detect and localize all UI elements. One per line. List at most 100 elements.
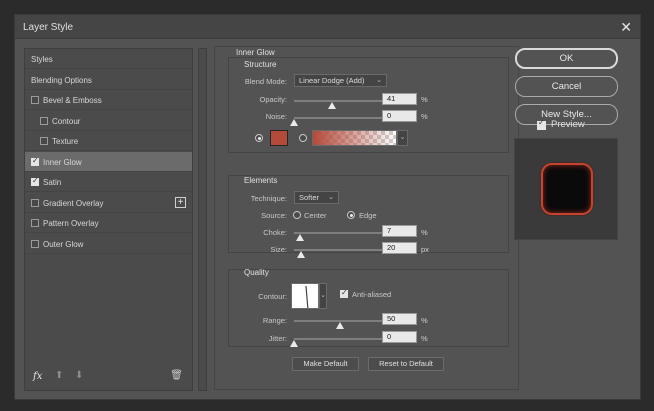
- style-checkbox[interactable]: [31, 219, 39, 227]
- color-mode-radio[interactable]: [255, 134, 263, 142]
- styles-list-item[interactable]: Inner Glow: [25, 151, 192, 172]
- styles-list-item-label: Outer Glow: [43, 239, 84, 249]
- styles-list-item-label: Satin: [43, 178, 62, 187]
- styles-list-item[interactable]: Blending Options: [25, 70, 192, 90]
- styles-list-item[interactable]: Bevel & Emboss: [25, 90, 192, 110]
- structure-title: Structure: [244, 60, 277, 69]
- opacity-slider-thumb[interactable]: [327, 102, 336, 109]
- quality-title: Quality: [244, 268, 269, 277]
- anti-aliased-label: Anti-aliased: [352, 290, 392, 299]
- style-checkbox[interactable]: [31, 198, 39, 207]
- styles-list-footer: fx ⬆ ⬇ 🗑: [25, 366, 192, 390]
- styles-list-item[interactable]: Styles: [25, 49, 192, 69]
- opacity-input[interactable]: 41: [382, 93, 417, 105]
- trash-icon[interactable]: 🗑: [170, 370, 183, 381]
- add-effect-icon[interactable]: +: [175, 196, 186, 208]
- glow-color-swatch[interactable]: [270, 130, 288, 146]
- size-slider-thumb[interactable]: [297, 251, 306, 258]
- gradient-mode-radio[interactable]: [299, 134, 307, 142]
- styles-list-panel: Styles Blending Options Bevel & Emboss Cont…: [24, 48, 193, 391]
- style-checkbox[interactable]: [31, 176, 39, 186]
- panel-scrollbar[interactable]: [198, 48, 207, 391]
- styles-list-item[interactable]: Pattern Overlay: [25, 213, 192, 233]
- style-checkbox[interactable]: [40, 137, 48, 145]
- glow-gradient-picker[interactable]: [312, 130, 397, 146]
- noise-unit: %: [421, 112, 428, 121]
- reset-to-default-button[interactable]: Reset to Default: [368, 357, 444, 371]
- chevron-down-icon: ⌄: [328, 194, 334, 201]
- style-checkbox[interactable]: [31, 156, 39, 166]
- jitter-slider[interactable]: [294, 338, 386, 340]
- style-checkbox[interactable]: [31, 96, 39, 104]
- cancel-button[interactable]: Cancel: [515, 76, 618, 97]
- size-label: Size:: [270, 245, 287, 254]
- choke-input[interactable]: 7: [382, 225, 417, 237]
- size-input[interactable]: 20: [382, 242, 417, 254]
- styles-list-item[interactable]: Texture: [25, 131, 192, 151]
- source-edge-label: Edge: [359, 211, 377, 220]
- styles-list-item[interactable]: Gradient Overlay +: [25, 193, 192, 213]
- style-checkbox[interactable]: [31, 239, 39, 248]
- dialog-title: Layer Style: [23, 22, 74, 33]
- contour-curve-icon: [292, 284, 318, 308]
- styles-list-item[interactable]: Outer Glow: [25, 234, 192, 254]
- move-down-icon[interactable]: ⬇: [75, 370, 83, 381]
- source-edge-radio[interactable]: [347, 211, 355, 219]
- jitter-label: Jitter:: [268, 334, 287, 343]
- preview-shape: [541, 163, 593, 215]
- technique-select[interactable]: Softer ⌄: [294, 191, 339, 204]
- jitter-unit: %: [421, 334, 428, 343]
- opacity-slider[interactable]: [294, 100, 386, 102]
- styles-list-item-label: Gradient Overlay: [43, 198, 104, 208]
- inner-glow-title: Inner Glow: [236, 48, 275, 57]
- elements-title: Elements: [244, 176, 278, 185]
- contour-dropdown-chevron-icon[interactable]: ⌄: [319, 283, 327, 309]
- contour-picker[interactable]: [291, 283, 319, 309]
- chevron-down-icon: ⌄: [376, 77, 382, 84]
- styles-list-item-label: Blending Options: [31, 75, 92, 85]
- source-center-radio[interactable]: [293, 211, 301, 219]
- jitter-input[interactable]: 0: [382, 331, 417, 343]
- noise-label: Noise:: [265, 112, 287, 121]
- preview-label: Preview: [551, 119, 585, 130]
- move-up-icon[interactable]: ⬆: [55, 370, 63, 381]
- style-checkbox[interactable]: [40, 116, 48, 125]
- range-slider-thumb[interactable]: [336, 322, 344, 329]
- ok-button[interactable]: OK: [515, 48, 618, 69]
- fx-icon[interactable]: fx: [33, 371, 42, 382]
- contour-label: Contour:: [258, 292, 287, 301]
- size-slider[interactable]: [294, 249, 386, 251]
- preview-thumbnail: [514, 138, 618, 240]
- noise-input[interactable]: 0: [382, 110, 417, 122]
- noise-slider-thumb[interactable]: [290, 119, 298, 126]
- styles-list-item[interactable]: Satin: [25, 172, 192, 192]
- make-default-button[interactable]: Make Default: [292, 357, 359, 371]
- range-unit: %: [421, 316, 428, 325]
- size-unit: px: [421, 245, 429, 254]
- preview-checkbox[interactable]: [537, 118, 546, 130]
- styles-list-item-label: Contour: [52, 116, 81, 126]
- choke-slider-thumb[interactable]: [296, 234, 305, 241]
- blend-mode-select[interactable]: Linear Dodge (Add) ⌄: [294, 74, 387, 87]
- noise-slider[interactable]: [294, 117, 386, 119]
- technique-label: Technique:: [250, 194, 287, 203]
- range-label: Range:: [262, 316, 287, 325]
- styles-list-item[interactable]: Contour: [25, 111, 192, 131]
- styles-list-item-label: Texture: [52, 137, 79, 146]
- opacity-unit: %: [421, 95, 428, 104]
- technique-value: Softer: [299, 193, 320, 202]
- choke-slider[interactable]: [294, 232, 386, 234]
- styles-list-item-label: Styles: [31, 55, 53, 64]
- gradient-dropdown-chevron-icon[interactable]: ⌄: [397, 130, 408, 146]
- styles-list-item-label: Bevel & Emboss: [43, 96, 102, 105]
- anti-aliased-checkbox[interactable]: [340, 288, 348, 298]
- source-label: Source:: [261, 211, 287, 220]
- range-input[interactable]: 50: [382, 313, 417, 325]
- close-icon[interactable]: ✕: [620, 19, 632, 36]
- opacity-label: Opacity:: [259, 95, 287, 104]
- jitter-slider-thumb[interactable]: [290, 340, 298, 347]
- styles-list-item-label: Pattern Overlay: [43, 219, 99, 228]
- styles-list-item-label: Inner Glow: [43, 157, 82, 167]
- title-bar: Layer Style ✕: [15, 15, 640, 39]
- inner-glow-panel: Inner Glow Structure Blend Mode: Linear …: [214, 46, 519, 390]
